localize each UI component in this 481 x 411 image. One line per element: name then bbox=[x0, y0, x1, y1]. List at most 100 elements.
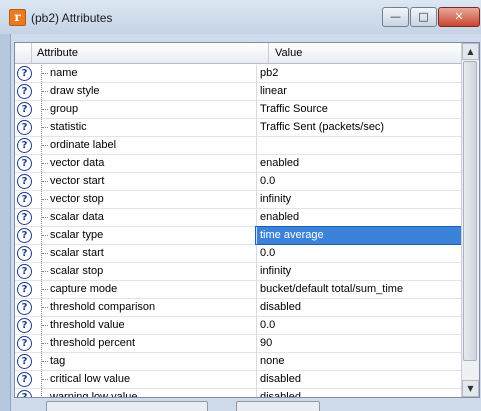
attribute-name: tag bbox=[50, 355, 66, 367]
help-icon[interactable]: ? bbox=[17, 354, 32, 369]
window-left-edge bbox=[0, 34, 11, 411]
attribute-value-cell[interactable]: enabled bbox=[256, 155, 462, 172]
attribute-row[interactable]: ? critical low value disabled bbox=[15, 371, 461, 389]
attribute-row[interactable]: ? name pb2 bbox=[15, 65, 461, 83]
attribute-value-cell[interactable]: 0.0 bbox=[256, 245, 462, 262]
attributes-grid: Attribute Value ? name pb2? draw style linea… bbox=[14, 42, 480, 398]
help-icon[interactable]: ? bbox=[17, 102, 32, 117]
help-icon[interactable]: ? bbox=[17, 264, 32, 279]
attribute-name: threshold percent bbox=[50, 337, 135, 349]
help-icon[interactable]: ? bbox=[17, 300, 32, 315]
help-icon[interactable]: ? bbox=[17, 336, 32, 351]
attribute-value-cell[interactable]: infinity bbox=[256, 263, 462, 280]
attribute-value-cell[interactable]: 0.0 bbox=[256, 173, 462, 190]
attribute-name: scalar start bbox=[50, 247, 104, 259]
opnet-logo-icon[interactable]: r bbox=[9, 9, 26, 26]
attribute-name: name bbox=[50, 67, 78, 79]
attribute-name: ordinate label bbox=[50, 139, 117, 151]
help-icon[interactable]: ? bbox=[17, 210, 32, 225]
tree-connector bbox=[41, 281, 50, 298]
attribute-value-cell[interactable]: none bbox=[256, 353, 462, 370]
attribute-row[interactable]: ? capture mode bucket/default total/sum_ti… bbox=[15, 281, 461, 299]
attribute-row[interactable]: ? draw style linear bbox=[15, 83, 461, 101]
attribute-name: vector stop bbox=[50, 193, 104, 205]
vertical-scrollbar[interactable]: ▲ ▼ bbox=[461, 43, 479, 397]
header-icon-column bbox=[15, 43, 32, 63]
tree-connector bbox=[41, 317, 50, 334]
scroll-down-arrow-icon[interactable]: ▼ bbox=[462, 380, 479, 397]
attribute-name: critical low value bbox=[50, 373, 131, 385]
attribute-value-cell[interactable]: 0.0 bbox=[256, 317, 462, 334]
attribute-value-cell[interactable] bbox=[256, 137, 462, 154]
help-icon[interactable]: ? bbox=[17, 390, 32, 397]
attribute-value-cell[interactable]: disabled bbox=[256, 299, 462, 316]
tree-connector bbox=[41, 83, 50, 100]
attribute-value-cell[interactable]: 90 bbox=[256, 335, 462, 352]
tree-connector bbox=[41, 173, 50, 190]
attribute-name: threshold comparison bbox=[50, 301, 156, 313]
attribute-row[interactable]: ? statistic Traffic Sent (packets/sec) bbox=[15, 119, 461, 137]
attribute-name: scalar stop bbox=[50, 265, 104, 277]
tree-connector bbox=[41, 191, 50, 208]
attribute-name: scalar type bbox=[50, 229, 104, 241]
help-icon[interactable]: ? bbox=[17, 372, 32, 387]
scroll-up-arrow-icon[interactable]: ▲ bbox=[462, 43, 479, 60]
attribute-name: vector start bbox=[50, 175, 105, 187]
attribute-row[interactable]: ? tag none bbox=[15, 353, 461, 371]
attribute-row[interactable]: ? threshold comparison disabled bbox=[15, 299, 461, 317]
help-icon[interactable]: ? bbox=[17, 318, 32, 333]
bottom-button-left[interactable] bbox=[46, 401, 208, 411]
attribute-row[interactable]: ? scalar data enabled bbox=[15, 209, 461, 227]
attribute-value-cell[interactable]: infinity bbox=[256, 191, 462, 208]
attribute-row[interactable]: ? threshold percent 90 bbox=[15, 335, 461, 353]
attribute-value-cell[interactable]: pb2 bbox=[256, 65, 462, 82]
close-button[interactable]: ✕ bbox=[438, 7, 480, 27]
attribute-value-cell[interactable]: enabled bbox=[256, 209, 462, 226]
help-icon[interactable]: ? bbox=[17, 282, 32, 297]
tree-connector bbox=[41, 227, 50, 244]
help-icon[interactable]: ? bbox=[17, 138, 32, 153]
attribute-row[interactable]: ? vector stop infinity bbox=[15, 191, 461, 209]
column-header-attribute[interactable]: Attribute bbox=[32, 43, 269, 63]
tree-connector bbox=[41, 371, 50, 388]
attribute-row[interactable]: ? warning low value disabled bbox=[15, 389, 462, 397]
attribute-value-cell[interactable]: Traffic Source bbox=[256, 101, 462, 118]
attribute-row[interactable]: ? scalar start 0.0 bbox=[15, 245, 461, 263]
help-icon[interactable]: ? bbox=[17, 174, 32, 189]
scrollbar-thumb[interactable] bbox=[463, 61, 477, 361]
attribute-name: vector data bbox=[50, 157, 105, 169]
attribute-row[interactable]: ? scalar stop infinity bbox=[15, 263, 461, 281]
tree-connector bbox=[41, 137, 50, 154]
attribute-row[interactable]: ? ordinate label bbox=[15, 137, 461, 155]
bottom-button-right[interactable] bbox=[236, 401, 320, 411]
attribute-value-cell[interactable]: bucket/default total/sum_time bbox=[256, 281, 462, 298]
help-icon[interactable]: ? bbox=[17, 84, 32, 99]
attribute-row[interactable]: ? group Traffic Source bbox=[15, 101, 461, 119]
attribute-row[interactable]: ? scalar type time average bbox=[15, 226, 463, 245]
attribute-value-cell[interactable]: Traffic Sent (packets/sec) bbox=[256, 119, 462, 136]
help-icon[interactable]: ? bbox=[17, 156, 32, 171]
help-icon[interactable]: ? bbox=[17, 246, 32, 261]
attribute-rows: ? name pb2? draw style linear? group Traffic S… bbox=[15, 65, 463, 397]
tree-connector bbox=[41, 299, 50, 316]
attribute-row[interactable]: ? vector start 0.0 bbox=[15, 173, 461, 191]
help-icon[interactable]: ? bbox=[17, 120, 32, 135]
help-icon[interactable]: ? bbox=[17, 66, 32, 81]
tree-connector bbox=[41, 263, 50, 280]
help-icon[interactable]: ? bbox=[17, 228, 32, 243]
window-title: (pb2) Attributes bbox=[31, 11, 113, 25]
title-bar[interactable]: r (pb2) Attributes — □ ✕ bbox=[0, 0, 481, 34]
grid-header: Attribute Value bbox=[15, 43, 461, 64]
attribute-row[interactable]: ? threshold value 0.0 bbox=[15, 317, 461, 335]
tree-connector bbox=[41, 353, 50, 370]
minimize-button[interactable]: — bbox=[382, 7, 409, 27]
attribute-value-cell[interactable]: disabled bbox=[256, 371, 462, 388]
attribute-value-cell[interactable]: disabled bbox=[256, 389, 462, 397]
help-icon[interactable]: ? bbox=[17, 192, 32, 207]
attribute-value-cell[interactable]: linear bbox=[256, 83, 462, 100]
maximize-button[interactable]: □ bbox=[410, 7, 437, 27]
attribute-value-cell[interactable]: time average bbox=[255, 226, 463, 245]
column-header-value[interactable]: Value bbox=[269, 43, 455, 63]
attribute-row[interactable]: ? vector data enabled bbox=[15, 155, 461, 173]
tree-connector bbox=[41, 209, 50, 226]
